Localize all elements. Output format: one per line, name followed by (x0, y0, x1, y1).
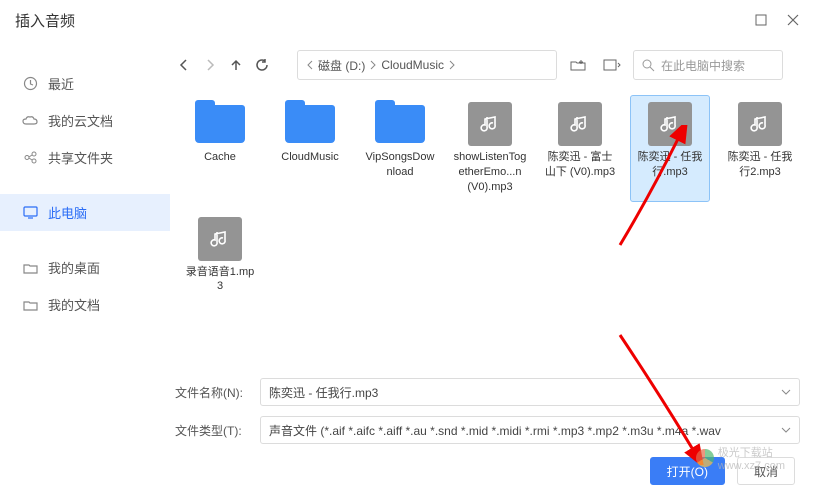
close-button[interactable] (786, 13, 800, 27)
file-item[interactable]: VipSongsDownload (360, 95, 440, 202)
sidebar-item-documents[interactable]: 我的文档 (0, 286, 170, 323)
path-breadcrumb[interactable]: 磁盘 (D:) CloudMusic (297, 50, 557, 80)
sidebar-item-this-pc[interactable]: 此电脑 (0, 194, 170, 231)
chevron-down-icon (781, 427, 791, 433)
search-input[interactable]: 在此电脑中搜索 (633, 50, 783, 80)
file-item[interactable]: 录音语音1.mp3 (180, 210, 260, 302)
dialog-title: 插入音频 (15, 10, 754, 31)
watermark: 极光下载站 www.xz7.com (696, 444, 785, 472)
toolbar: 磁盘 (D:) CloudMusic 在此电脑中搜索 (170, 40, 800, 90)
file-label: 录音语音1.mp3 (183, 265, 257, 295)
audio-file-icon (192, 217, 248, 261)
folder-icon (282, 102, 338, 146)
folder-icon (192, 102, 248, 146)
sidebar-item-shared[interactable]: 共享文件夹 (0, 139, 170, 176)
cloud-icon (22, 113, 38, 129)
filename-input[interactable]: 陈奕迅 - 任我行.mp3 (260, 378, 800, 406)
maximize-button[interactable] (754, 13, 768, 27)
new-folder-button[interactable] (565, 52, 591, 78)
view-button[interactable] (599, 52, 625, 78)
audio-file-icon (642, 102, 698, 146)
file-label: showListenTogetherEmo...n (V0).mp3 (453, 150, 527, 195)
sidebar-label: 我的文档 (48, 295, 100, 314)
sidebar-label: 此电脑 (48, 203, 87, 222)
clock-icon (22, 76, 38, 92)
filetype-label: 文件类型(T): (170, 422, 250, 439)
audio-file-icon (462, 102, 518, 146)
file-label: Cache (204, 150, 236, 165)
file-label: CloudMusic (281, 150, 338, 165)
monitor-icon (22, 205, 38, 221)
sidebar-item-recent[interactable]: 最近 (0, 65, 170, 102)
audio-file-icon (732, 102, 788, 146)
up-button[interactable] (227, 56, 245, 74)
file-label: 陈奕迅 - 任我行2.mp3 (723, 150, 797, 180)
file-item[interactable]: Cache (180, 95, 260, 202)
file-list: Cache CloudMusic VipSongsDownload showListe… (170, 90, 800, 373)
sidebar-item-cloud[interactable]: 我的云文档 (0, 102, 170, 139)
sidebar-item-desktop[interactable]: 我的桌面 (0, 249, 170, 286)
file-label: 陈奕迅 - 富士山下 (V0).mp3 (543, 150, 617, 180)
search-icon (642, 59, 655, 72)
sidebar-label: 共享文件夹 (48, 148, 113, 167)
file-label: VipSongsDownload (363, 150, 437, 180)
file-item[interactable]: 陈奕迅 - 任我行2.mp3 (720, 95, 800, 202)
sidebar-label: 我的云文档 (48, 111, 113, 130)
breadcrumb-folder[interactable]: CloudMusic (381, 58, 456, 72)
watermark-logo (696, 449, 714, 467)
share-icon (22, 150, 38, 166)
file-label: 陈奕迅 - 任我行.mp3 (633, 150, 707, 180)
breadcrumb-disk[interactable]: 磁盘 (D:) (318, 57, 377, 74)
sidebar-label: 我的桌面 (48, 258, 100, 277)
chevron-left-icon (306, 60, 314, 70)
file-item[interactable]: 陈奕迅 - 任我行.mp3 (630, 95, 710, 202)
folder-icon (22, 297, 38, 313)
file-item[interactable]: CloudMusic (270, 95, 350, 202)
search-placeholder: 在此电脑中搜索 (661, 57, 745, 74)
file-item[interactable]: 陈奕迅 - 富士山下 (V0).mp3 (540, 95, 620, 202)
chevron-down-icon (781, 389, 791, 395)
refresh-button[interactable] (253, 56, 271, 74)
folder-icon (22, 260, 38, 276)
file-item[interactable]: showListenTogetherEmo...n (V0).mp3 (450, 95, 530, 202)
sidebar-label: 最近 (48, 74, 74, 93)
sidebar: 最近 我的云文档 共享文件夹 此电脑 我的桌面 我的文档 (0, 40, 170, 500)
filename-label: 文件名称(N): (170, 384, 250, 401)
folder-icon (372, 102, 428, 146)
audio-file-icon (552, 102, 608, 146)
forward-button[interactable] (201, 56, 219, 74)
back-button[interactable] (175, 56, 193, 74)
filetype-select[interactable]: 声音文件 (*.aif *.aifc *.aiff *.au *.snd *.m… (260, 416, 800, 444)
